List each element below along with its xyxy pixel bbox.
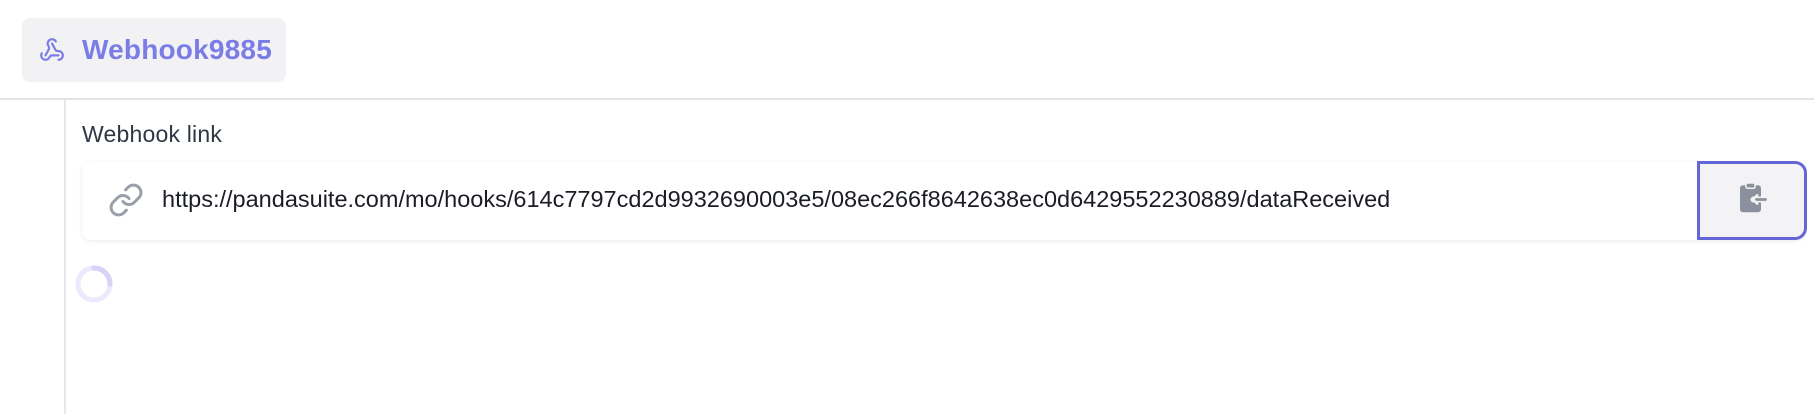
loading-spinner xyxy=(74,264,114,304)
tab-label: Webhook9885 xyxy=(82,34,272,65)
link-icon xyxy=(108,182,144,218)
copy-url-button[interactable] xyxy=(1697,161,1807,240)
clipboard-copy-icon xyxy=(1734,180,1770,221)
panel-divider xyxy=(64,100,66,414)
webhook-link-label: Webhook link xyxy=(82,121,223,147)
webhook-link-field[interactable]: https://pandasuite.com/mo/hooks/614c7797… xyxy=(82,162,1804,240)
tab-bar: ‹ Webhook9885 xyxy=(0,0,1814,100)
webhook-page: ‹ Webhook9885 Webhook link https://panda… xyxy=(0,0,1814,414)
tab-webhook[interactable]: Webhook9885 xyxy=(22,18,286,82)
webhook-url[interactable]: https://pandasuite.com/mo/hooks/614c7797… xyxy=(162,186,1390,213)
webhook-icon xyxy=(38,36,66,64)
